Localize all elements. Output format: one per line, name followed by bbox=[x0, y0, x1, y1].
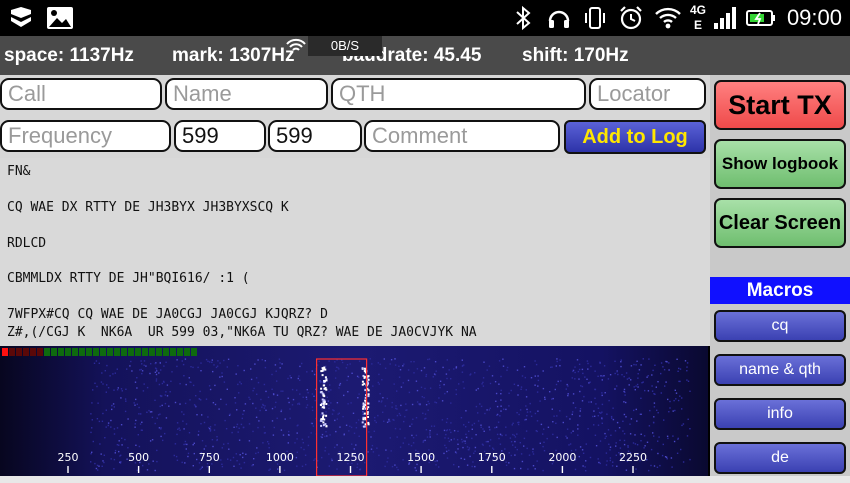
level-meter-segment bbox=[100, 348, 106, 356]
qth-input[interactable] bbox=[331, 78, 586, 110]
rst-received-input[interactable] bbox=[268, 120, 362, 152]
decoder-info-bar: space: 1137Hz mark: 1307Hz baudrate: 45.… bbox=[0, 36, 850, 75]
macro-info-button[interactable]: info bbox=[714, 398, 846, 430]
text-line: CBMMLDX RTTY DE JH"BQI616/ :1 ( bbox=[7, 271, 250, 286]
level-meter-segment bbox=[163, 348, 169, 356]
level-meter-segment bbox=[114, 348, 120, 356]
network-speed-badge: 0B/S bbox=[286, 36, 382, 56]
level-meter-segment bbox=[58, 348, 64, 356]
gallery-icon bbox=[47, 7, 73, 29]
add-to-log-button[interactable]: Add to Log bbox=[564, 120, 706, 154]
level-meter-segment bbox=[149, 348, 155, 356]
shield-icon bbox=[11, 7, 31, 27]
axis-label: 750 bbox=[199, 451, 220, 464]
level-meter-segment bbox=[37, 348, 43, 356]
bottom-edge bbox=[0, 476, 850, 483]
level-meter-segment bbox=[16, 348, 22, 356]
macro-cq-button[interactable]: cq bbox=[714, 310, 846, 342]
axis-label: 250 bbox=[58, 451, 79, 464]
waterfall-display[interactable]: 250 500 750 1000 1250 1500 1750 2000 2250 bbox=[0, 346, 708, 476]
comment-input[interactable] bbox=[364, 120, 560, 152]
mark-frequency: mark: 1307Hz bbox=[172, 45, 295, 66]
locator-input[interactable] bbox=[589, 78, 706, 110]
axis-label: 2000 bbox=[548, 451, 576, 464]
level-meter-segment bbox=[107, 348, 113, 356]
level-meter-segment bbox=[30, 348, 36, 356]
headset-icon bbox=[548, 10, 570, 28]
level-meter-segment bbox=[51, 348, 57, 356]
network-type: 4G bbox=[690, 3, 707, 17]
level-meter-segment bbox=[170, 348, 176, 356]
start-tx-button[interactable]: Start TX bbox=[714, 80, 846, 130]
shift-value: shift: 170Hz bbox=[522, 45, 629, 66]
clock: 09:00 bbox=[786, 5, 842, 30]
level-meter-segment bbox=[184, 348, 190, 356]
text-line: FN& bbox=[7, 164, 31, 179]
level-meter-segment bbox=[23, 348, 29, 356]
level-meter-segment bbox=[128, 348, 134, 356]
level-meter-segment bbox=[86, 348, 92, 356]
level-meter-segment bbox=[44, 348, 50, 356]
axis-label: 2250 bbox=[619, 451, 647, 464]
level-meter-segment bbox=[79, 348, 85, 356]
axis-label: 500 bbox=[128, 451, 149, 464]
text-line: CQ WAE DX RTTY DE JH3BYX JH3BYXSCQ K bbox=[7, 200, 289, 215]
frequency-input[interactable] bbox=[0, 120, 171, 152]
wifi-icon bbox=[655, 7, 681, 29]
macros-header: Macros bbox=[710, 277, 850, 304]
level-meter-segment bbox=[72, 348, 78, 356]
rst-sent-input[interactable] bbox=[174, 120, 266, 152]
level-meter-segment bbox=[156, 348, 162, 356]
vibrate-icon bbox=[585, 7, 605, 29]
signal-icon bbox=[714, 7, 736, 29]
wifi-transfer-icon bbox=[286, 38, 306, 51]
waterfall-canvas: 250 500 750 1000 1250 1500 1750 2000 2250 bbox=[0, 346, 708, 476]
call-input[interactable] bbox=[0, 78, 162, 110]
text-line: RDLCD bbox=[7, 236, 47, 251]
level-meter-segment bbox=[177, 348, 183, 356]
level-meter-segment bbox=[191, 348, 197, 356]
level-meter-segment bbox=[142, 348, 148, 356]
level-meter-segment bbox=[65, 348, 71, 356]
axis-label: 1750 bbox=[478, 451, 506, 464]
level-meter-segment bbox=[121, 348, 127, 356]
level-meter-segment bbox=[135, 348, 141, 356]
name-input[interactable] bbox=[165, 78, 328, 110]
bluetooth-icon bbox=[516, 5, 531, 31]
status-bar: 4G E 09:00 bbox=[0, 0, 850, 36]
received-text-area[interactable]: FN& CQ WAE DX RTTY DE JH3BYX JH3BYXSCQ K… bbox=[0, 158, 710, 346]
clear-screen-button[interactable]: Clear Screen bbox=[714, 198, 846, 248]
axis-label: 1000 bbox=[266, 451, 294, 464]
edge-label: E bbox=[694, 18, 703, 32]
alarm-icon bbox=[620, 6, 642, 30]
macro-name-qth-button[interactable]: name & qth bbox=[714, 354, 846, 386]
space-frequency: space: 1137Hz bbox=[4, 45, 134, 66]
text-line: 7WFPX#CQ CQ WAE DE JA0CGJ JA0CGJ KJQRZ? … bbox=[7, 307, 328, 322]
show-logbook-button[interactable]: Show logbook bbox=[714, 139, 846, 189]
text-line: Z#,(/CGJ K NK6A UR 599 03,"NK6A TU QRZ? … bbox=[7, 325, 477, 340]
network-speed-label: 0B/S bbox=[330, 38, 360, 53]
level-meter-segment bbox=[2, 348, 8, 356]
macro-de-button[interactable]: de bbox=[714, 442, 846, 474]
battery-charging-icon bbox=[746, 10, 775, 26]
level-meter-segment bbox=[93, 348, 99, 356]
axis-label: 1500 bbox=[407, 451, 435, 464]
axis-label: 1250 bbox=[337, 451, 365, 464]
level-meter-segment bbox=[9, 348, 15, 356]
